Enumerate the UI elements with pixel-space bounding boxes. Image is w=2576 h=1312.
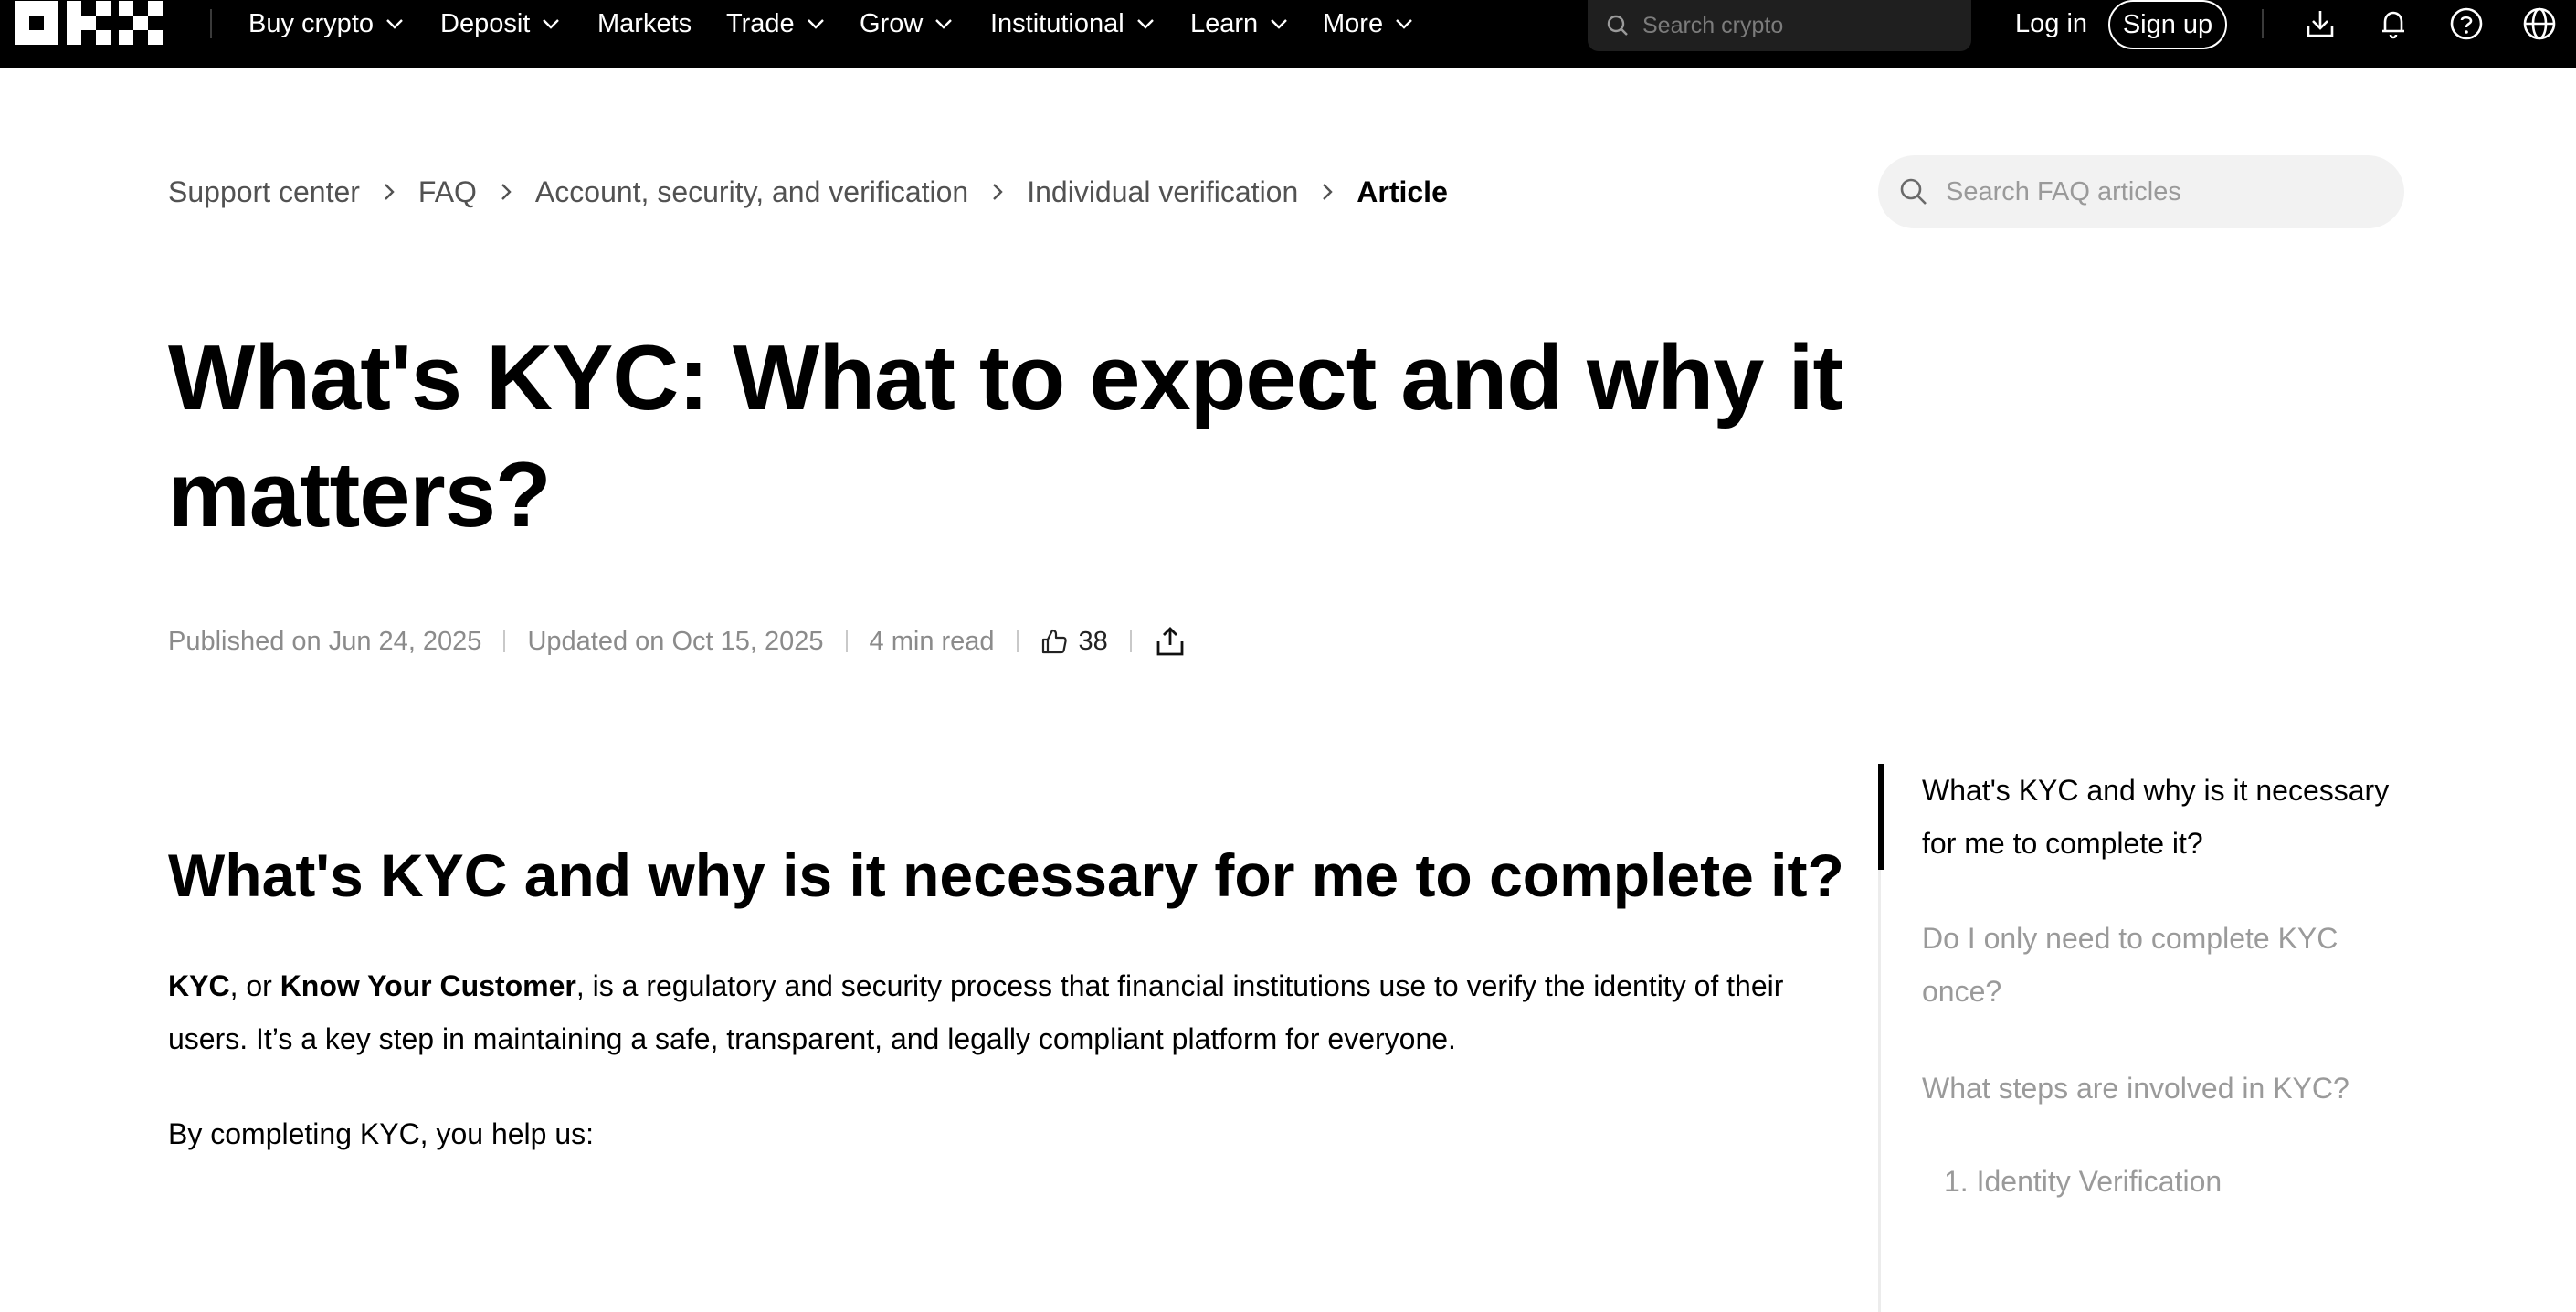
chevron-right-icon: [477, 181, 535, 203]
like-count: 38: [1078, 626, 1108, 656]
breadcrumb-article: Article: [1357, 175, 1448, 208]
nav-item-label: Deposit: [440, 8, 531, 38]
kyc-term: KYC: [168, 969, 230, 1002]
toc-item-what-is-kyc[interactable]: What's KYC and why is it necessary for m…: [1922, 764, 2397, 870]
nav-item-label: Markets: [597, 8, 692, 38]
published-date: Published on Jun 24, 2025: [168, 626, 482, 656]
breadcrumb-faq[interactable]: FAQ: [418, 175, 477, 209]
breadcrumb: Support center FAQ Account, security, an…: [168, 170, 1448, 214]
section-heading: What's KYC and why is it necessary for m…: [168, 841, 1844, 909]
share-button[interactable]: [1154, 625, 1187, 658]
nav-deposit[interactable]: Deposit: [440, 5, 561, 42]
meta-divider: [503, 630, 506, 652]
nav-item-label: Learn: [1190, 8, 1259, 38]
search-crypto-box[interactable]: [1588, 0, 1971, 51]
breadcrumb-individual-verification[interactable]: Individual verification: [1027, 175, 1298, 209]
nav-item-label: More: [1323, 8, 1384, 38]
meta-divider: [1129, 630, 1132, 652]
nav-trade[interactable]: Trade: [726, 5, 826, 42]
paragraph-text: , or: [229, 969, 280, 1002]
chevron-right-icon: [360, 181, 418, 203]
help-button[interactable]: [2448, 5, 2485, 42]
bell-icon: [2382, 11, 2404, 39]
kyc-full-term: Know Your Customer: [280, 969, 576, 1002]
nav-divider: [2262, 9, 2264, 38]
search-crypto-input[interactable]: [1642, 12, 1953, 39]
okx-logo[interactable]: [15, 1, 163, 47]
updated-date: Updated on Oct 15, 2025: [527, 626, 824, 656]
top-navigation-bar: Buy crypto Deposit Markets Trade Grow In…: [0, 0, 2576, 68]
article-paragraph: KYC, or Know Your Customer, is a regulat…: [168, 959, 1803, 1065]
chevron-down-icon: [1396, 19, 1412, 29]
meta-divider: [1016, 630, 1019, 652]
breadcrumb-support-center[interactable]: Support center: [168, 175, 360, 209]
nav-buy-crypto[interactable]: Buy crypto: [248, 5, 405, 42]
nav-item-label: Grow: [860, 8, 924, 38]
meta-divider: [845, 630, 848, 652]
faq-search-box[interactable]: [1878, 155, 2404, 228]
chevron-down-icon: [543, 19, 560, 29]
search-icon: [1900, 178, 1927, 205]
article-paragraph: By completing KYC, you help us:: [168, 1117, 595, 1150]
download-icon: [2307, 11, 2334, 37]
faq-search-input[interactable]: [1946, 176, 2375, 207]
help-icon: [2450, 7, 2483, 40]
login-link[interactable]: Log in: [2015, 5, 2087, 42]
toc-item-identity-verification[interactable]: 1. Identity Verification: [1922, 1155, 2397, 1208]
nav-institutional[interactable]: Institutional: [990, 5, 1156, 42]
language-button[interactable]: [2521, 5, 2558, 42]
notifications-button[interactable]: [2375, 5, 2412, 42]
toc-item-kyc-once[interactable]: Do I only need to complete KYC once?: [1922, 912, 2397, 1018]
signup-button[interactable]: Sign up: [2108, 0, 2227, 49]
nav-divider: [210, 9, 212, 38]
nav-item-label: Institutional: [990, 8, 1124, 38]
toc-active-indicator: [1878, 764, 1884, 870]
table-of-contents: What's KYC and why is it necessary for m…: [1878, 764, 2408, 1312]
nav-item-label: Trade: [726, 8, 795, 38]
globe-icon: [2523, 7, 2556, 40]
toc-item-kyc-steps[interactable]: What steps are involved in KYC?: [1922, 1062, 2397, 1115]
nav-more[interactable]: More: [1323, 5, 1414, 42]
search-icon: [1607, 15, 1628, 36]
chevron-down-icon: [935, 19, 953, 29]
thumbs-up-icon: [1041, 629, 1067, 654]
nav-item-label: Buy crypto: [248, 8, 374, 38]
chevron-down-icon: [1271, 19, 1288, 29]
chevron-right-icon: [1298, 181, 1357, 203]
chevron-down-icon: [1136, 19, 1154, 29]
chevron-down-icon: [386, 19, 403, 29]
share-icon: [1156, 627, 1184, 656]
read-time: 4 min read: [869, 626, 995, 656]
nav-grow[interactable]: Grow: [860, 5, 954, 42]
nav-learn[interactable]: Learn: [1190, 5, 1289, 42]
article-meta: Published on Jun 24, 2025 Updated on Oct…: [168, 623, 1187, 660]
chevron-right-icon: [968, 181, 1027, 203]
nav-markets[interactable]: Markets: [597, 5, 692, 42]
breadcrumb-account-security[interactable]: Account, security, and verification: [535, 175, 968, 209]
like-button[interactable]: 38: [1040, 627, 1108, 657]
chevron-down-icon: [807, 19, 824, 29]
download-button[interactable]: [2302, 5, 2338, 42]
article-title: What's KYC: What to expect and why it ma…: [168, 327, 1843, 546]
